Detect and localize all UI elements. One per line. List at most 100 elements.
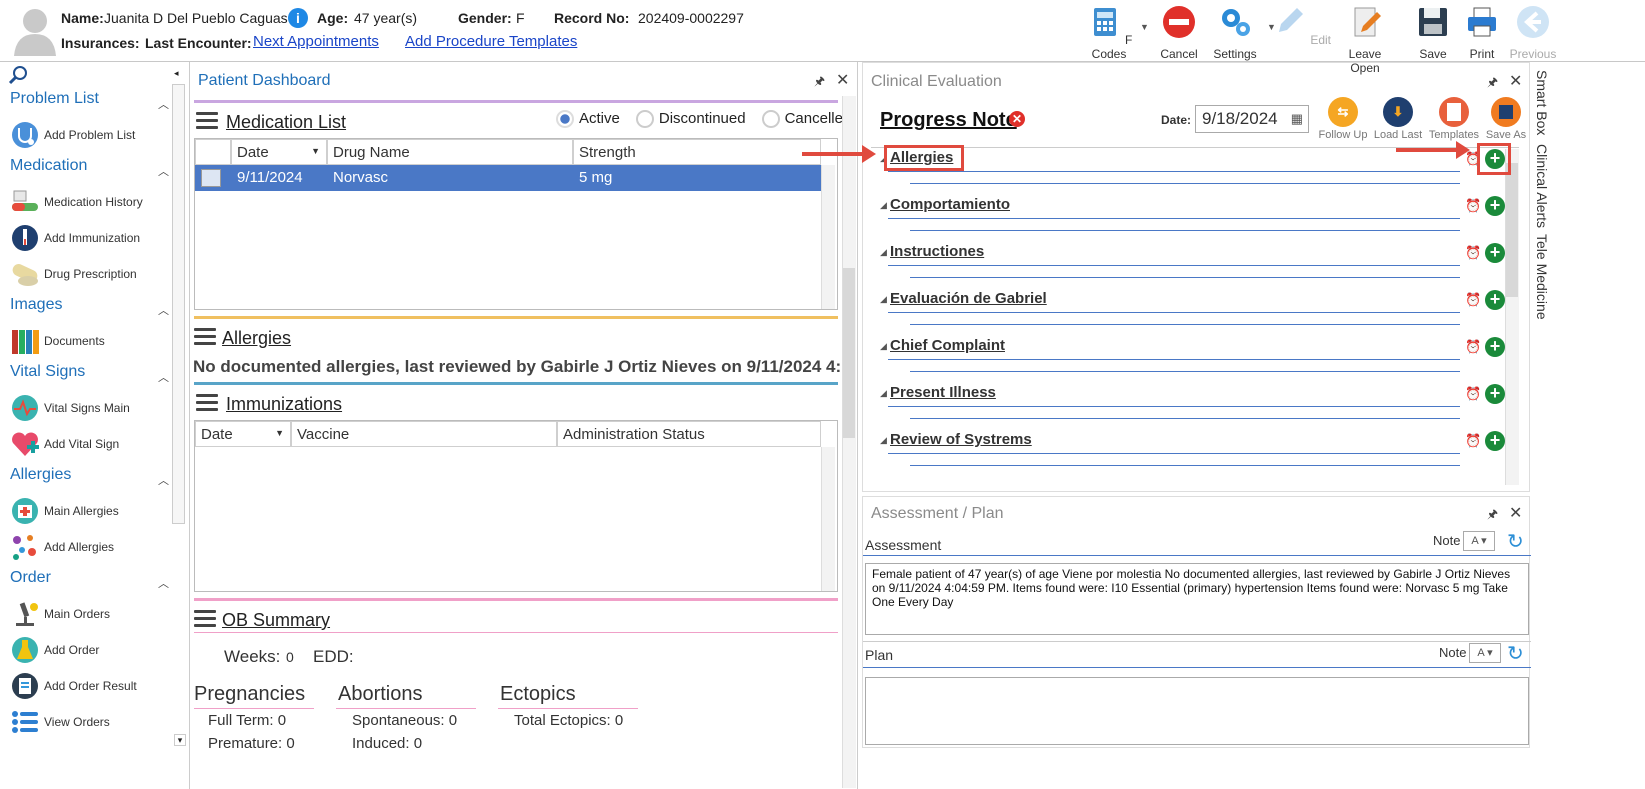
- collapse-medication-icon[interactable]: ︿: [158, 163, 169, 179]
- medication-scrollbar[interactable]: [821, 165, 835, 309]
- ob-summary-title[interactable]: OB Summary: [222, 610, 330, 631]
- filter-active-radio[interactable]: Active: [556, 110, 620, 129]
- section-review-of-systems[interactable]: ◢ Review of Systrems: [880, 431, 1460, 471]
- allergies-menu-icon[interactable]: [194, 328, 216, 346]
- add-review-of-systems-plus-icon[interactable]: +: [1485, 431, 1505, 451]
- sidebar-item-add-vital-sign[interactable]: Add Vital Sign: [10, 429, 119, 459]
- sidebar-item-add-order-result[interactable]: Add Order Result: [10, 671, 137, 701]
- alarm-clock-icon[interactable]: ⏰: [1465, 433, 1481, 449]
- pin-icon[interactable]: 🖈: [1487, 73, 1498, 94]
- add-present-illness-plus-icon[interactable]: +: [1485, 384, 1505, 404]
- column-strength[interactable]: Strength: [573, 139, 821, 165]
- remove-note-icon[interactable]: ✕: [1009, 111, 1025, 127]
- sidebar-scroll-down-icon[interactable]: ▾: [174, 734, 186, 746]
- sidebar-item-medication-history[interactable]: Medication History: [10, 187, 143, 217]
- dashboard-scrollbar[interactable]: [842, 96, 856, 788]
- allergies-title[interactable]: Allergies: [222, 328, 291, 349]
- sidebar-item-add-problem-list[interactable]: Add Problem List: [10, 120, 135, 150]
- section-order[interactable]: Order: [10, 569, 51, 587]
- section-instructiones[interactable]: ◢ Instructiones: [880, 243, 1460, 283]
- add-procedure-templates-link[interactable]: Add Procedure Templates: [405, 33, 577, 50]
- templates-label[interactable]: Templates: [1424, 129, 1484, 141]
- fcodes-button[interactable]: F Codes: [1078, 4, 1140, 61]
- close-icon[interactable]: ✕: [1509, 503, 1522, 523]
- column-date[interactable]: Date ▼: [231, 139, 327, 165]
- cancel-button[interactable]: Cancel: [1148, 4, 1210, 61]
- alarm-clock-icon[interactable]: ⏰: [1465, 292, 1481, 308]
- load-last-icon[interactable]: ⬇: [1383, 97, 1413, 127]
- load-last-label[interactable]: Load Last: [1368, 129, 1428, 141]
- tab-clinical-alerts[interactable]: Clinical Alerts: [1534, 144, 1550, 228]
- collapse-allergies-icon[interactable]: ︿: [158, 472, 169, 488]
- section-problem-list[interactable]: Problem List: [10, 90, 99, 108]
- sidebar-item-add-allergies[interactable]: Add Allergies: [10, 532, 114, 562]
- collapse-order-icon[interactable]: ︿: [158, 575, 169, 591]
- table-row[interactable]: 9/11/2024 Norvasc 5 mg: [195, 165, 821, 191]
- refresh-icon[interactable]: ↻: [1507, 641, 1524, 666]
- search-icon[interactable]: [8, 64, 30, 86]
- medication-menu-icon[interactable]: [196, 112, 218, 130]
- clinical-scroll-thumb[interactable]: [1506, 163, 1518, 297]
- add-comportamiento-plus-icon[interactable]: +: [1485, 196, 1505, 216]
- sidebar-item-drug-prescription[interactable]: Drug Prescription: [10, 259, 137, 289]
- alarm-clock-icon[interactable]: ⏰: [1465, 386, 1481, 402]
- immunizations-scrollbar[interactable]: [821, 447, 835, 591]
- edit-button[interactable]: Edit: [1270, 4, 1332, 47]
- pin-icon[interactable]: 🖈: [814, 72, 825, 93]
- dashboard-scroll-thumb[interactable]: [843, 268, 855, 438]
- templates-icon[interactable]: [1439, 97, 1469, 127]
- progress-note-title[interactable]: Progress Note: [880, 109, 1017, 132]
- add-instructiones-plus-icon[interactable]: +: [1485, 243, 1505, 263]
- sidebar-item-vital-signs-main[interactable]: Vital Signs Main: [10, 393, 130, 423]
- save-as-icon[interactable]: [1491, 97, 1521, 127]
- sidebar-item-main-allergies[interactable]: Main Allergies: [10, 496, 119, 526]
- section-allergies[interactable]: Allergies: [10, 466, 71, 484]
- close-icon[interactable]: ✕: [1509, 71, 1522, 91]
- section-allergies[interactable]: ◢ Allergies: [880, 149, 1460, 189]
- collapse-vital-signs-icon[interactable]: ︿: [158, 369, 169, 385]
- immunizations-menu-icon[interactable]: [196, 394, 218, 412]
- plan-textarea[interactable]: [865, 677, 1529, 745]
- date-picker[interactable]: 9/18/2024 ▦: [1195, 105, 1309, 133]
- next-appointments-link[interactable]: Next Appointments: [253, 33, 379, 50]
- ob-summary-menu-icon[interactable]: [194, 610, 216, 628]
- column-drug-name[interactable]: Drug Name: [327, 139, 573, 165]
- filter-cancelled-radio[interactable]: Cancelled: [761, 110, 851, 129]
- add-chief-complaint-plus-icon[interactable]: +: [1485, 337, 1505, 357]
- previous-button[interactable]: Previous: [1502, 4, 1564, 61]
- tab-tele-medicine[interactable]: Tele Medicine: [1534, 234, 1550, 320]
- sidebar-item-add-immunization[interactable]: Add Immunization: [10, 223, 140, 253]
- settings-button[interactable]: Settings: [1204, 4, 1266, 61]
- column-date[interactable]: Date ▼: [195, 421, 291, 447]
- save-as-label[interactable]: Save As: [1476, 129, 1536, 141]
- collapse-images-icon[interactable]: ︿: [158, 302, 169, 318]
- section-medication[interactable]: Medication: [10, 157, 87, 175]
- filter-discontinued-radio[interactable]: Discontinued: [635, 110, 746, 129]
- column-vaccine[interactable]: Vaccine: [291, 421, 557, 447]
- pin-icon[interactable]: 🖈: [1487, 505, 1498, 526]
- section-images[interactable]: Images: [10, 296, 62, 314]
- follow-up-label[interactable]: Follow Up: [1313, 129, 1373, 141]
- assessment-textarea[interactable]: Female patient of 47 year(s) of age Vien…: [865, 563, 1529, 635]
- section-chief-complaint[interactable]: ◢ Chief Complaint: [880, 337, 1460, 377]
- column-administration-status[interactable]: Administration Status: [557, 421, 821, 447]
- section-evaluacion-de-gabriel[interactable]: ◢ Evaluación de Gabriel: [880, 290, 1460, 330]
- section-vital-signs[interactable]: Vital Signs: [10, 363, 85, 381]
- collapse-problem-list-icon[interactable]: ︿: [158, 96, 169, 112]
- follow-up-icon[interactable]: ⇆: [1328, 97, 1358, 127]
- alarm-clock-icon[interactable]: ⏰: [1465, 339, 1481, 355]
- add-evaluacion-plus-icon[interactable]: +: [1485, 290, 1505, 310]
- collapse-sidebar-icon[interactable]: ◂: [174, 68, 179, 79]
- alarm-clock-icon[interactable]: ⏰: [1465, 245, 1481, 261]
- note-format-dropdown[interactable]: A ▾: [1463, 531, 1495, 551]
- section-comportamiento[interactable]: ◢ Comportamiento: [880, 196, 1460, 236]
- plan-format-dropdown[interactable]: A ▾: [1469, 643, 1501, 663]
- immunizations-title[interactable]: Immunizations: [226, 394, 342, 415]
- sidebar-scrollbar[interactable]: [172, 84, 185, 524]
- sidebar-item-view-orders[interactable]: View Orders: [10, 707, 110, 737]
- alarm-clock-icon[interactable]: ⏰: [1465, 198, 1481, 214]
- sidebar-item-add-order[interactable]: Add Order: [10, 635, 99, 665]
- section-present-illness[interactable]: ◢ Present Illness: [880, 384, 1460, 424]
- medication-list-title[interactable]: Medication List: [226, 112, 346, 133]
- close-icon[interactable]: ✕: [836, 70, 849, 90]
